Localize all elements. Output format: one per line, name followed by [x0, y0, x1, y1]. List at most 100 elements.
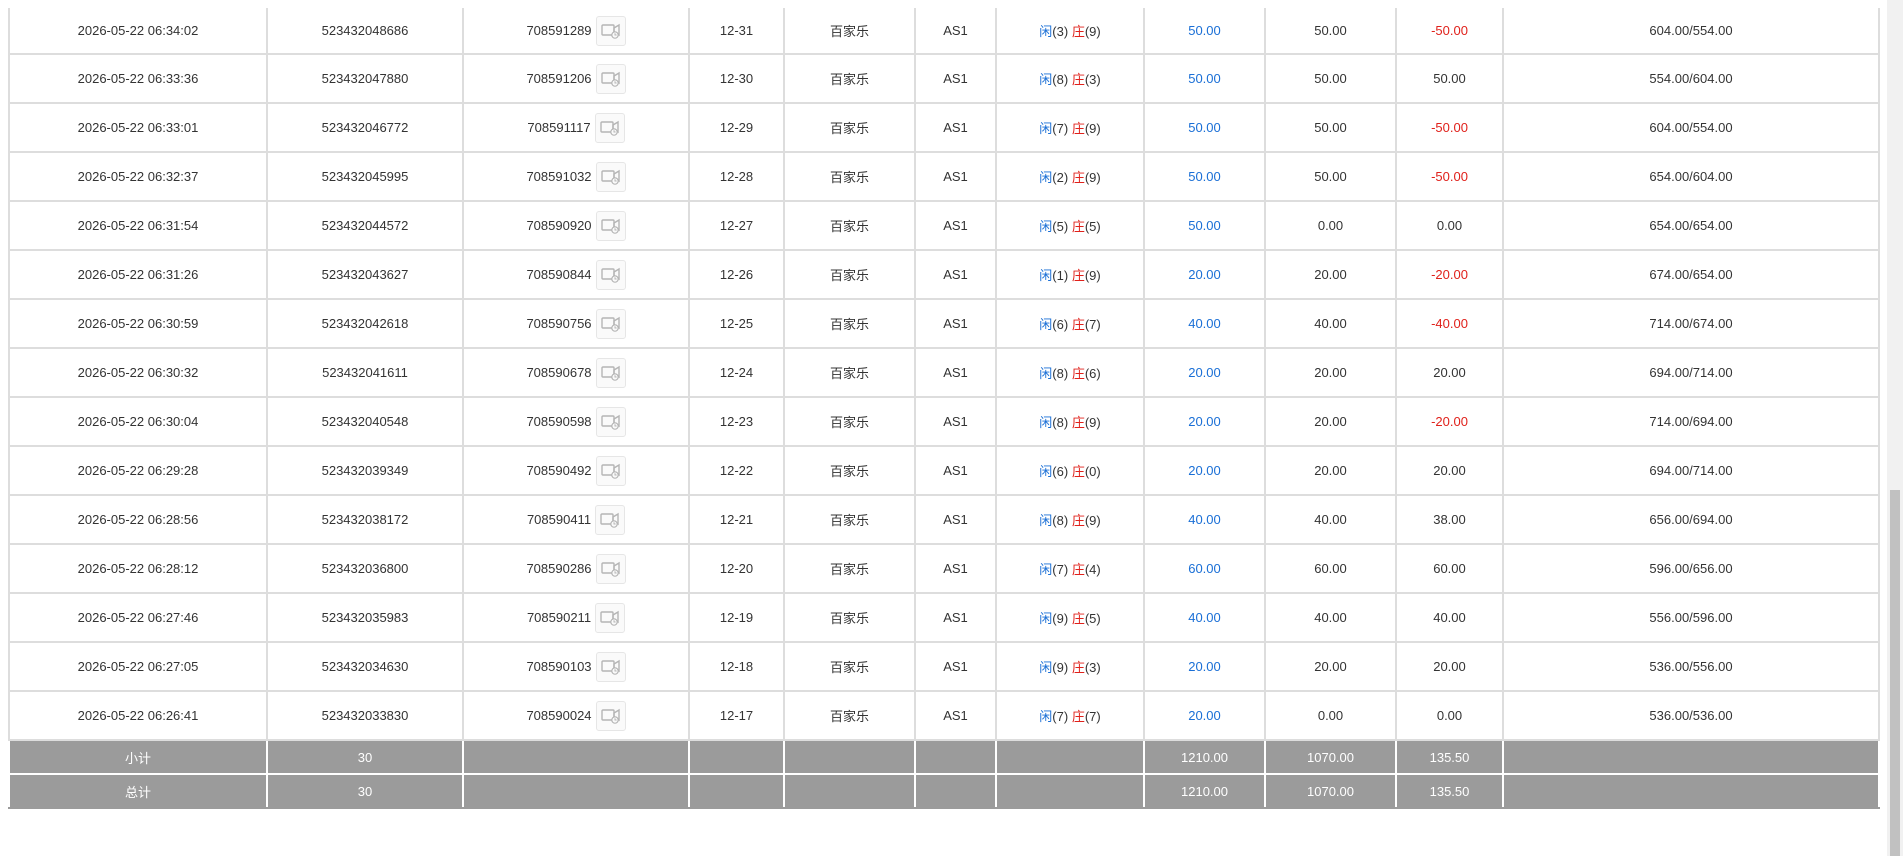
player-label: 闲 [1039, 709, 1053, 724]
summary-valid: 1070.00 [1264, 773, 1397, 809]
win-loss: -20.00 [1395, 396, 1504, 447]
vertical-scrollbar[interactable] [1887, 0, 1903, 856]
balance-change: 554.00/604.00 [1502, 53, 1880, 104]
bet-time: 2026-05-22 06:30:04 [8, 396, 268, 447]
game-type: 百家乐 [783, 592, 916, 643]
banker-points: (3) [1084, 72, 1101, 87]
video-replay-icon[interactable] [595, 651, 626, 682]
valid-bet: 20.00 [1264, 641, 1397, 692]
game-type: 百家乐 [783, 298, 916, 349]
bet-amount: 40.00 [1143, 298, 1266, 349]
summary-win: 135.50 [1395, 739, 1504, 775]
player-label: 闲 [1039, 268, 1053, 283]
bet-records-table: 2026-05-22 06:34:02 523432048686 708591289… [8, 8, 1880, 809]
shoe-round: 12-25 [688, 298, 785, 349]
scrollbar-thumb[interactable] [1890, 490, 1900, 856]
bet-time: 2026-05-22 06:28:12 [8, 543, 268, 594]
valid-bet: 20.00 [1264, 249, 1397, 300]
game-type: 百家乐 [783, 8, 916, 55]
player-label: 闲 [1039, 121, 1053, 136]
bet-time: 2026-05-22 06:34:02 [8, 8, 268, 55]
game-number-cell: 708590844 [462, 249, 690, 300]
video-replay-icon[interactable] [595, 553, 626, 584]
valid-bet: 0.00 [1264, 200, 1397, 251]
bet-amount: 20.00 [1143, 690, 1266, 741]
game-number-cell: 708591289 [462, 8, 690, 55]
video-replay-icon[interactable] [595, 210, 626, 241]
video-replay-icon[interactable] [595, 504, 626, 535]
player-label: 闲 [1039, 170, 1053, 185]
game-number: 708591206 [526, 71, 592, 86]
banker-label: 庄 [1071, 72, 1085, 87]
video-replay-icon[interactable] [595, 406, 626, 437]
table-row: 2026-05-22 06:27:05 523432034630 708590103… [8, 641, 1880, 692]
table-code: AS1 [914, 347, 997, 398]
win-loss: 38.00 [1395, 494, 1504, 545]
player-points: (9) [1052, 611, 1069, 626]
order-number: 523432044572 [266, 200, 464, 251]
game-result: 闲(7) 庄(7) [995, 690, 1145, 741]
banker-label: 庄 [1071, 513, 1085, 528]
shoe-round: 12-17 [688, 690, 785, 741]
bet-time: 2026-05-22 06:30:32 [8, 347, 268, 398]
game-number-cell: 708591117 [462, 102, 690, 153]
game-type: 百家乐 [783, 641, 916, 692]
player-points: (8) [1052, 415, 1069, 430]
bet-amount: 20.00 [1143, 396, 1266, 447]
player-points: (7) [1052, 709, 1069, 724]
order-number: 523432039349 [266, 445, 464, 496]
shoe-round: 12-30 [688, 53, 785, 104]
video-replay-icon[interactable] [595, 700, 626, 731]
game-number: 708590492 [526, 463, 592, 478]
table-row: 2026-05-22 06:30:59 523432042618 708590756… [8, 298, 1880, 349]
banker-label: 庄 [1071, 464, 1085, 479]
bet-time: 2026-05-22 06:27:05 [8, 641, 268, 692]
video-replay-icon[interactable] [595, 15, 626, 46]
balance-change: 656.00/694.00 [1502, 494, 1880, 545]
banker-points: (7) [1084, 709, 1101, 724]
table-code: AS1 [914, 53, 997, 104]
game-result: 闲(1) 庄(9) [995, 249, 1145, 300]
game-result: 闲(9) 庄(5) [995, 592, 1145, 643]
summary-empty [1502, 773, 1880, 809]
balance-change: 556.00/596.00 [1502, 592, 1880, 643]
game-result: 闲(6) 庄(0) [995, 445, 1145, 496]
summary-empty [688, 739, 785, 775]
summary-empty [462, 773, 690, 809]
summary-empty [995, 773, 1145, 809]
video-replay-icon[interactable] [595, 602, 626, 633]
video-replay-icon[interactable] [594, 112, 625, 143]
game-number: 708590844 [526, 267, 592, 282]
table-row: 2026-05-22 06:31:26 523432043627 708590844… [8, 249, 1880, 300]
table-code: AS1 [914, 396, 997, 447]
game-result: 闲(8) 庄(3) [995, 53, 1145, 104]
game-result: 闲(8) 庄(6) [995, 347, 1145, 398]
shoe-round: 12-19 [688, 592, 785, 643]
game-result: 闲(9) 庄(3) [995, 641, 1145, 692]
video-replay-icon[interactable] [595, 259, 626, 290]
bet-time: 2026-05-22 06:29:28 [8, 445, 268, 496]
banker-label: 庄 [1071, 121, 1085, 136]
video-replay-icon[interactable] [595, 161, 626, 192]
bet-amount: 20.00 [1143, 445, 1266, 496]
video-replay-icon[interactable] [595, 308, 626, 339]
banker-points: (9) [1084, 121, 1101, 136]
game-result: 闲(2) 庄(9) [995, 151, 1145, 202]
shoe-round: 12-23 [688, 396, 785, 447]
video-replay-icon[interactable] [595, 63, 626, 94]
video-replay-icon[interactable] [595, 357, 626, 388]
total-row: 总计 30 1210.00 1070.00 135.50 [8, 773, 1880, 809]
player-points: (9) [1052, 660, 1069, 675]
player-label: 闲 [1039, 562, 1053, 577]
game-number-cell: 708590211 [462, 592, 690, 643]
banker-label: 庄 [1071, 317, 1085, 332]
game-number: 708590211 [526, 610, 592, 625]
summary-label: 小计 [8, 739, 268, 775]
game-number-cell: 708590411 [462, 494, 690, 545]
summary-empty [462, 739, 690, 775]
game-number-cell: 708590756 [462, 298, 690, 349]
table-row: 2026-05-22 06:34:02 523432048686 708591289… [8, 8, 1880, 55]
win-loss: -50.00 [1395, 151, 1504, 202]
player-points: (3) [1052, 24, 1069, 39]
video-replay-icon[interactable] [595, 455, 626, 486]
